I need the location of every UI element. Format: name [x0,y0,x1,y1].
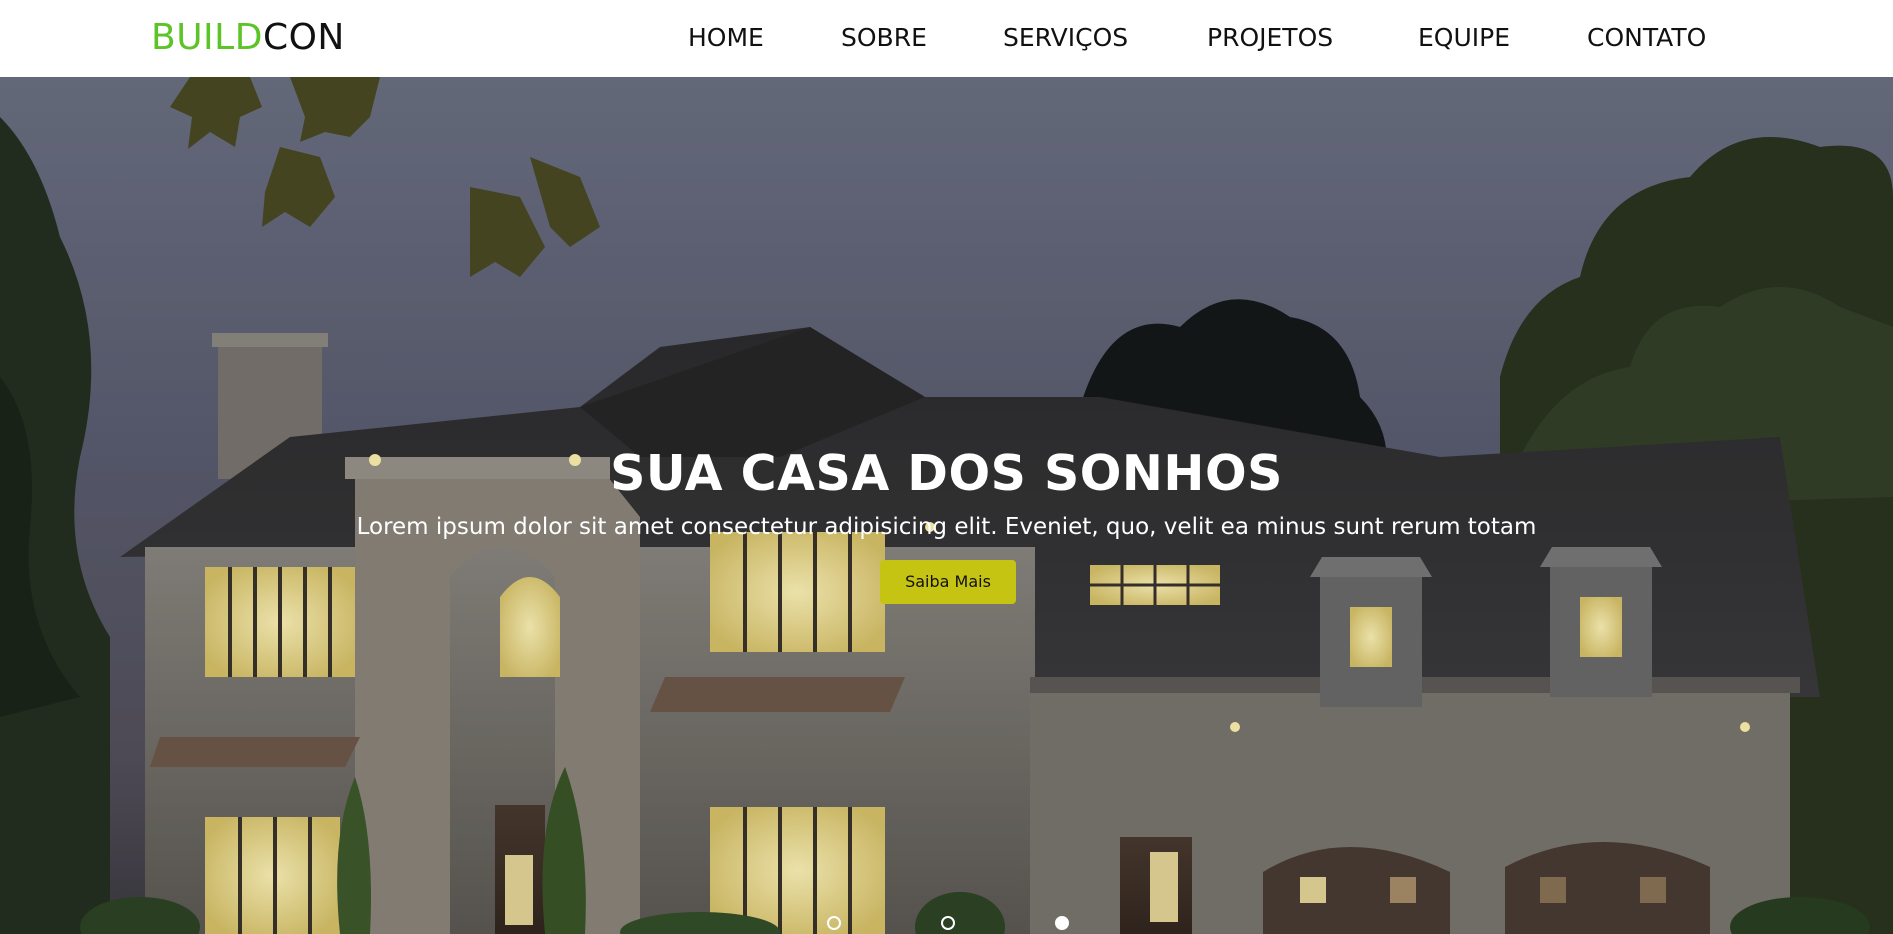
slider-pagination [0,916,1893,934]
hero-background-image [0,77,1893,934]
nav-item-sobre[interactable]: SOBRE [841,21,927,55]
main-nav: HOME SOBRE SERVIÇOS PROJETOS EQUIPE CONT… [0,0,1893,77]
hero-subtitle: Lorem ipsum dolor sit amet consectetur a… [356,514,1537,540]
nav-item-projetos[interactable]: PROJETOS [1207,21,1333,55]
slider-dot-2[interactable] [941,916,955,930]
hero-slider: SUA CASA DOS SONHOS Lorem ipsum dolor si… [0,77,1893,934]
site-header: BUILDCON HOME SOBRE SERVIÇOS PROJETOS EQ… [0,0,1893,77]
saiba-mais-button[interactable]: Saiba Mais [880,560,1016,604]
nav-item-servicos[interactable]: SERVIÇOS [1003,21,1128,55]
nav-item-contato[interactable]: CONTATO [1587,21,1706,55]
nav-item-equipe[interactable]: EQUIPE [1418,21,1510,55]
slider-dot-1[interactable] [827,916,841,930]
hero-title: SUA CASA DOS SONHOS [610,444,1283,502]
slider-dot-3[interactable] [1055,916,1069,930]
nav-item-home[interactable]: HOME [688,21,764,55]
